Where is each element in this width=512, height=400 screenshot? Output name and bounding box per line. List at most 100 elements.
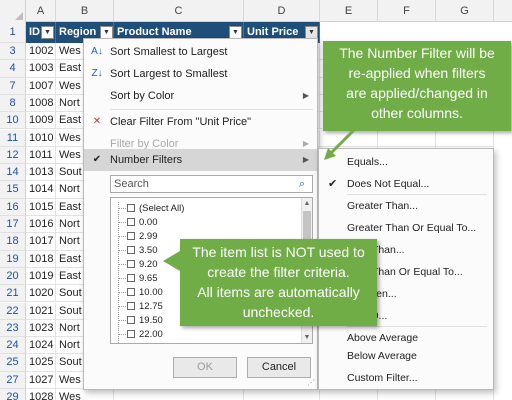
row-header[interactable]: 17	[0, 216, 26, 234]
cell-region[interactable]: Wes	[56, 389, 114, 400]
column-header-f[interactable]: F	[378, 0, 436, 22]
checkmark-icon: ✔	[328, 178, 338, 190]
resize-grip-icon[interactable]: ⋰	[307, 378, 315, 387]
list-item[interactable]: 22.00	[111, 328, 301, 341]
cell-id[interactable]: 1008	[26, 94, 56, 113]
list-item[interactable]: (Select All)	[111, 202, 301, 215]
checkbox[interactable]	[127, 246, 135, 254]
list-item[interactable]: 0.00	[111, 216, 301, 229]
scroll-down-icon[interactable]: ▼	[302, 332, 312, 343]
checkbox[interactable]	[127, 316, 135, 324]
row-header[interactable]: 1	[0, 22, 26, 43]
cell-id[interactable]: 1010	[26, 129, 56, 147]
ok-button[interactable]: OK	[173, 357, 237, 378]
checkbox[interactable]	[127, 288, 135, 296]
menu-item-sort-ascending[interactable]: A↓ Sort Smallest to Largest	[84, 41, 317, 63]
menu-item-clear-filter[interactable]: ✕ Clear Filter From "Unit Price"	[84, 111, 317, 133]
filter-dropdown-icon[interactable]: ▼	[41, 26, 54, 39]
cell-id[interactable]: 1016	[26, 216, 56, 234]
cell-id[interactable]: 1019	[26, 267, 56, 286]
submenu-item[interactable]: Custom Filter...	[319, 367, 493, 389]
submenu-item[interactable]: ✔ Does Not Equal...	[319, 173, 493, 195]
submenu-item[interactable]: Greater Than...	[319, 195, 493, 217]
cell-id[interactable]: 1013	[26, 164, 56, 182]
cell-id[interactable]: 1021	[26, 302, 56, 320]
checkbox[interactable]	[127, 218, 135, 226]
checkbox[interactable]	[127, 274, 135, 282]
row-header[interactable]: 16	[0, 198, 26, 216]
checkbox[interactable]	[127, 330, 135, 338]
row-header[interactable]: 3	[0, 43, 26, 61]
cell-id[interactable]: 1002	[26, 43, 56, 61]
cell-id[interactable]: 1024	[26, 337, 56, 355]
cell-id[interactable]: 1003	[26, 60, 56, 78]
row-header[interactable]: 25	[0, 354, 26, 372]
checkbox[interactable]	[127, 204, 135, 212]
row-header[interactable]: 4	[0, 60, 26, 78]
row-header[interactable]: 15	[0, 181, 26, 199]
callout-line: unchecked.	[242, 304, 315, 320]
cell[interactable]	[436, 129, 494, 147]
row-header[interactable]: 8	[0, 94, 26, 113]
column-header-b[interactable]: B	[56, 0, 114, 22]
cell-id[interactable]: 1007	[26, 77, 56, 95]
menu-item-number-filters[interactable]: ✔ Number Filters ▶	[84, 149, 317, 171]
cell-id[interactable]: 1027	[26, 371, 56, 389]
row-header[interactable]: 14	[0, 164, 26, 182]
cell-id[interactable]: 1023	[26, 319, 56, 338]
menu-item-sort-by-color[interactable]: Sort by Color ▶	[84, 85, 317, 107]
search-input[interactable]: Search ⌕	[110, 175, 313, 193]
cell-id[interactable]: 1018	[26, 250, 56, 268]
column-header-a[interactable]: A	[26, 0, 56, 22]
submenu-item[interactable]: Greater Than Or Equal To...	[319, 217, 493, 239]
menu-item-sort-descending[interactable]: Z↓ Sort Largest to Smallest	[84, 63, 317, 85]
cell-id[interactable]: 1017	[26, 233, 56, 251]
checkbox[interactable]	[127, 302, 135, 310]
cell[interactable]	[436, 389, 494, 400]
submenu-item[interactable]: Below Average	[319, 345, 493, 367]
row-header[interactable]: 18	[0, 233, 26, 251]
row-header[interactable]: 27	[0, 371, 26, 389]
row-header[interactable]: 10	[0, 112, 26, 130]
cell-id[interactable]: 1009	[26, 112, 56, 130]
list-item-label: 19.50	[139, 315, 163, 326]
row-header[interactable]: 7	[0, 77, 26, 95]
callout-tail	[163, 251, 180, 271]
scroll-up-icon[interactable]: ▲	[302, 198, 312, 209]
row-header[interactable]: 23	[0, 319, 26, 338]
select-all-corner[interactable]	[0, 0, 26, 22]
row-header[interactable]: 12	[0, 146, 26, 165]
list-item[interactable]: 30.00	[111, 342, 301, 343]
cell-id[interactable]: 1011	[26, 146, 56, 165]
row-header[interactable]: 24	[0, 337, 26, 355]
row-header[interactable]: 29	[0, 389, 26, 400]
column-header-g[interactable]: G	[436, 0, 494, 22]
tree-branch	[118, 334, 126, 335]
cell[interactable]	[114, 389, 244, 400]
cell-id[interactable]: 1025	[26, 354, 56, 372]
row-header[interactable]: 19	[0, 250, 26, 268]
row-header[interactable]: 22	[0, 302, 26, 320]
submenu-arrow-icon: ▶	[302, 155, 309, 164]
cell-id[interactable]: 1015	[26, 198, 56, 216]
sort-ascending-icon: A↓	[91, 46, 103, 57]
callout-line: All items are automatically	[197, 284, 360, 300]
row-header[interactable]: 11	[0, 129, 26, 147]
cell-id[interactable]: 1028	[26, 389, 56, 400]
column-header-d[interactable]: D	[244, 0, 320, 22]
cell[interactable]	[244, 389, 320, 400]
column-header-c[interactable]: C	[114, 0, 244, 22]
cell[interactable]	[378, 129, 436, 147]
checkbox[interactable]	[127, 232, 135, 240]
column-header-e[interactable]: E	[320, 0, 378, 22]
cancel-button[interactable]: Cancel	[247, 357, 311, 378]
cell-id[interactable]: 1014	[26, 181, 56, 199]
column-header-row: A B C D E F G	[0, 0, 512, 22]
row-header[interactable]: 21	[0, 285, 26, 303]
cell[interactable]	[320, 389, 378, 400]
checkbox[interactable]	[127, 260, 135, 268]
row-header[interactable]: 20	[0, 267, 26, 286]
cell-id[interactable]: 1020	[26, 285, 56, 303]
cell[interactable]	[378, 389, 436, 400]
menu-item-label: Sort Largest to Smallest	[110, 68, 228, 80]
